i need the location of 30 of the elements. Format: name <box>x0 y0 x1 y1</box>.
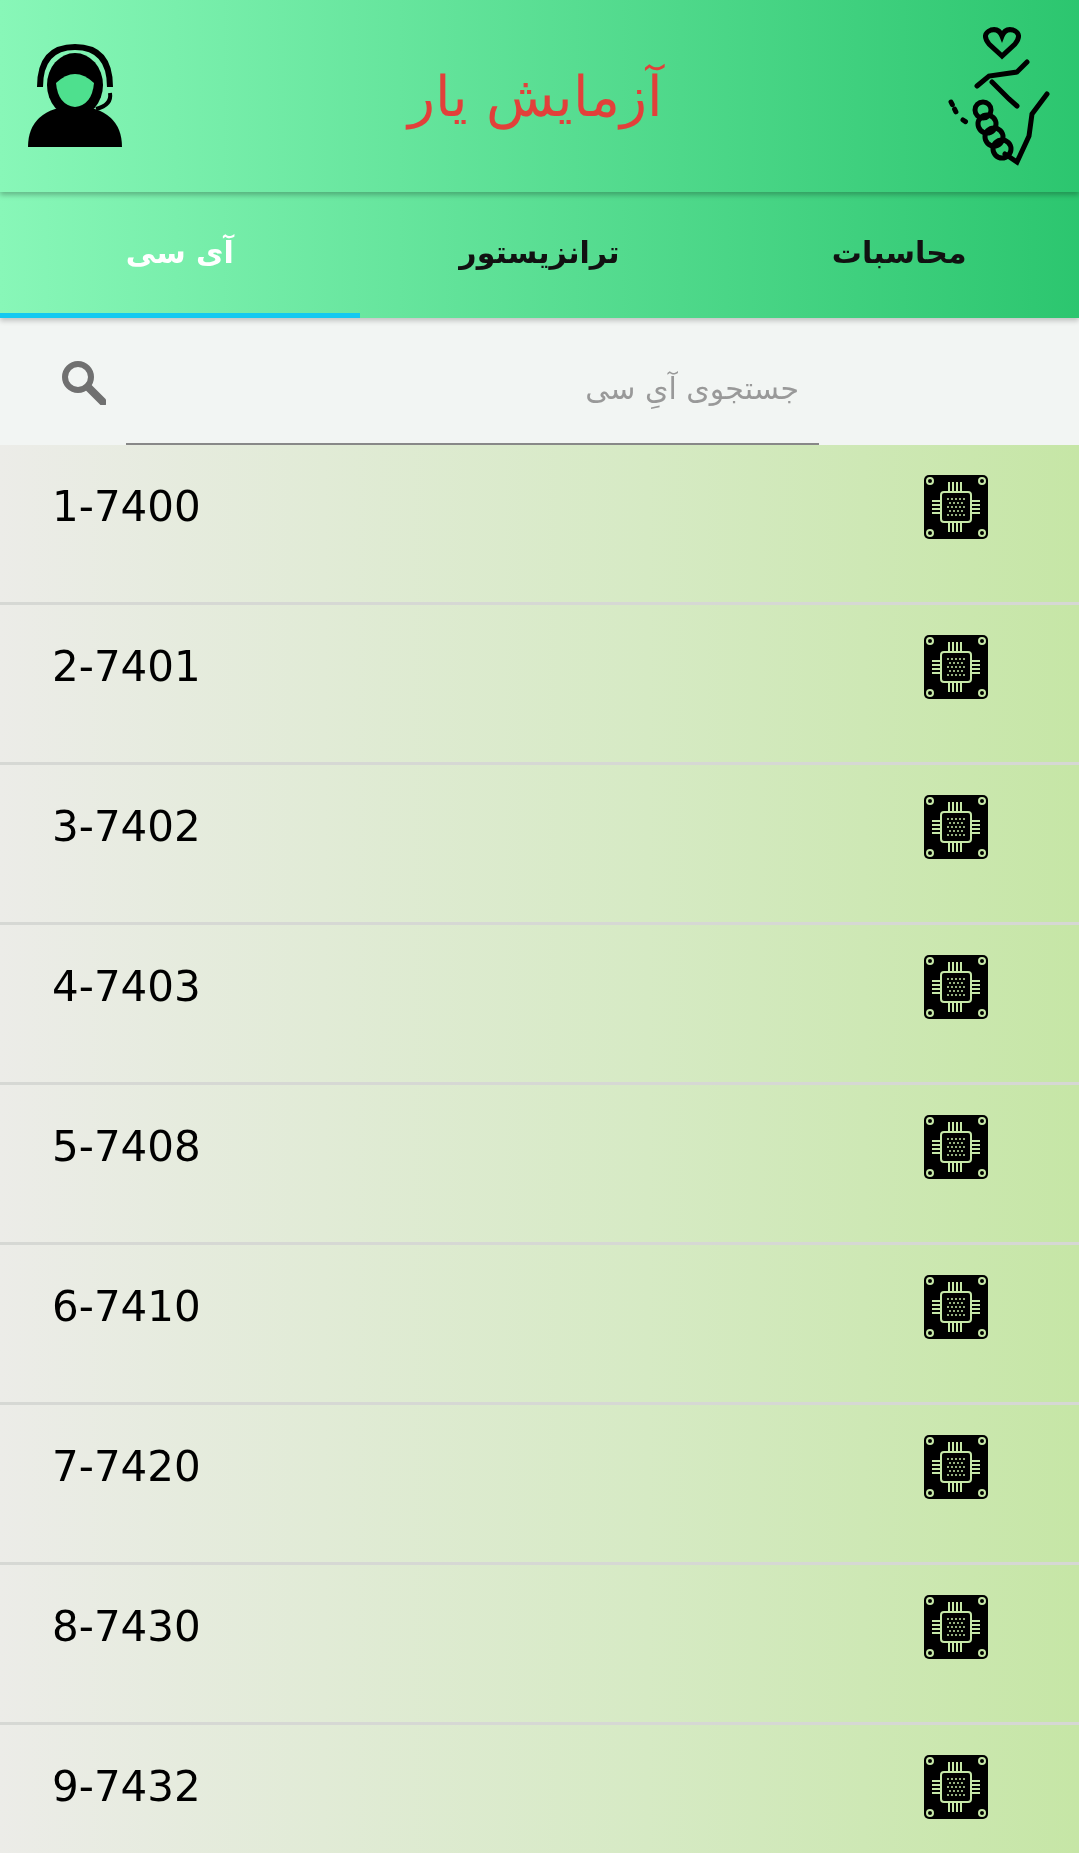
item-label: 5-7408 <box>52 1122 201 1171</box>
item-label: 9-7432 <box>52 1762 201 1811</box>
chip-icon <box>923 1113 989 1180</box>
ic-list-item[interactable]: 2-7401 <box>0 605 1079 765</box>
item-label: 8-7430 <box>52 1602 201 1651</box>
chip-icon <box>923 793 989 860</box>
ic-list-item[interactable]: 3-7402 <box>0 765 1079 925</box>
support-agent-icon[interactable] <box>26 43 124 149</box>
item-label: 6-7410 <box>52 1282 201 1331</box>
item-label: 3-7402 <box>52 802 201 851</box>
chip-icon <box>923 1753 989 1820</box>
tab[interactable]: ترانزیستور <box>359 192 720 318</box>
tab[interactable]: محاسبات <box>719 192 1079 318</box>
item-label: 4-7403 <box>52 962 201 1011</box>
chip-icon <box>923 633 989 700</box>
item-label: 2-7401 <box>52 642 201 691</box>
search-icon[interactable] <box>60 358 106 405</box>
item-label: 1-7400 <box>52 482 201 531</box>
ic-list-item[interactable]: 1-7400 <box>0 445 1079 605</box>
chip-icon <box>923 1433 989 1500</box>
chip-icon <box>923 1273 989 1340</box>
chip-icon <box>923 1593 989 1660</box>
chip-icon <box>923 953 989 1020</box>
ic-list-item[interactable]: 5-7408 <box>0 1085 1079 1245</box>
item-label: 7-7420 <box>52 1442 201 1491</box>
ic-list-item[interactable]: 7-7420 <box>0 1405 1079 1565</box>
ic-list-item[interactable]: 4-7403 <box>0 925 1079 1085</box>
ic-list-item[interactable]: 8-7430 <box>0 1565 1079 1725</box>
ic-list-item[interactable]: 6-7410 <box>0 1245 1079 1405</box>
chip-icon <box>923 473 989 540</box>
